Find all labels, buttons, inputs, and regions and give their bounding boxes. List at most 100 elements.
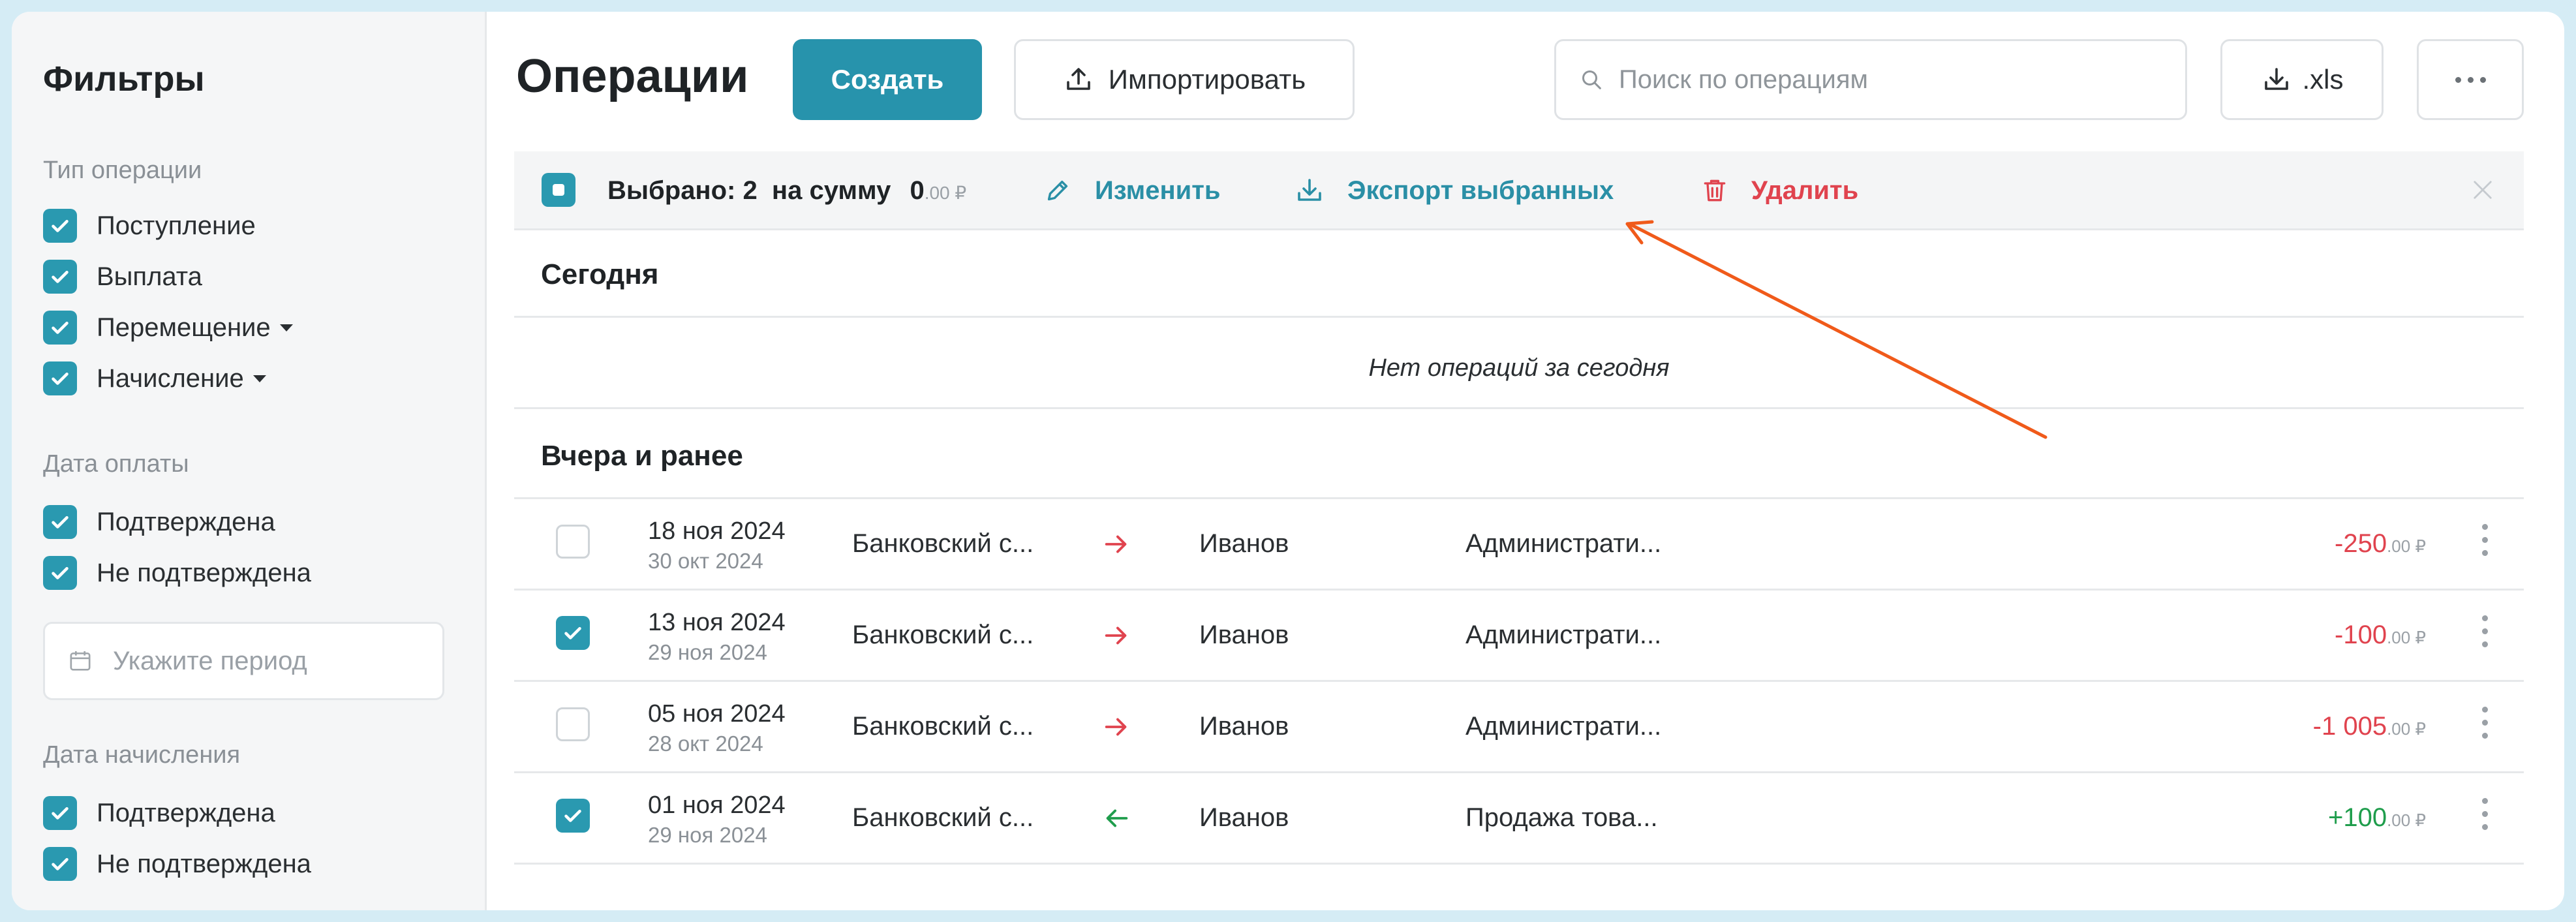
- check-icon: [52, 516, 69, 529]
- filter-label: Подтверждена: [97, 798, 275, 827]
- divider: [514, 316, 2524, 318]
- filter-accrual[interactable]: Начисление: [43, 359, 266, 398]
- payment-date: 18 ноя 2024: [648, 517, 786, 545]
- delete-label: Удалить: [1751, 176, 1859, 205]
- app-window: Фильтры Тип операции Поступление Выплата…: [12, 12, 2564, 910]
- filter-group-operation-type: Тип операции: [43, 157, 202, 184]
- search-input[interactable]: Поиск по операциям: [1554, 39, 2187, 120]
- filter-label: Выплата: [97, 262, 202, 291]
- counterparty: Иванов: [1199, 529, 1289, 558]
- import-label: Импортировать: [1108, 64, 1306, 95]
- filter-income[interactable]: Поступление: [43, 206, 256, 245]
- checkbox[interactable]: [43, 847, 77, 881]
- row-checkbox[interactable]: [556, 799, 590, 833]
- accrual-date: 30 окт 2024: [648, 549, 763, 573]
- more-horizontal-icon: [2455, 76, 2486, 83]
- more-vertical-icon[interactable]: [2482, 798, 2488, 830]
- row-checkbox[interactable]: [556, 616, 590, 650]
- caret-down-icon[interactable]: [279, 324, 293, 331]
- counterparty: Иванов: [1199, 712, 1289, 741]
- amount-int: 0: [910, 176, 925, 205]
- arrow-right-icon: [1105, 626, 1127, 645]
- row-checkbox[interactable]: [556, 525, 590, 559]
- amount-frac: .00 ₽: [2387, 719, 2426, 739]
- divider: [514, 407, 2524, 409]
- upload-icon: [1066, 68, 1090, 90]
- check-icon: [564, 810, 581, 822]
- more-vertical-icon[interactable]: [2482, 707, 2488, 739]
- amount-frac: .00 ₽: [2387, 810, 2426, 830]
- calendar-icon: [70, 651, 91, 671]
- checkbox[interactable]: [43, 796, 77, 830]
- search-icon: [1582, 70, 1601, 89]
- filters-sidebar: Фильтры Тип операции Поступление Выплата…: [12, 12, 487, 910]
- check-icon: [52, 567, 69, 579]
- checkbox[interactable]: [43, 361, 77, 395]
- table-row[interactable]: 05 ноя 2024 28 окт 2024 Банковский с... …: [514, 682, 2524, 773]
- import-button[interactable]: Импортировать: [1014, 39, 1355, 120]
- arrow-left-icon: [1106, 809, 1128, 827]
- more-vertical-icon[interactable]: [2482, 615, 2488, 647]
- checkbox[interactable]: [43, 505, 77, 539]
- row-checkbox[interactable]: [556, 707, 590, 741]
- more-button[interactable]: [2417, 39, 2524, 120]
- filter-label: Поступление: [97, 211, 256, 240]
- checkbox[interactable]: [43, 311, 77, 345]
- check-icon: [52, 807, 69, 820]
- close-icon[interactable]: [2469, 176, 2496, 204]
- arrow-right-icon: [1105, 718, 1127, 736]
- filter-transfer[interactable]: Перемещение: [43, 308, 293, 347]
- create-button[interactable]: Создать: [793, 39, 982, 120]
- account: Банковский с...: [852, 712, 1034, 741]
- amount-int: -1 005: [2312, 712, 2387, 741]
- edit-label: Изменить: [1095, 176, 1221, 205]
- filter-payout[interactable]: Выплата: [43, 257, 202, 296]
- filter-accrual-unconfirmed[interactable]: Не подтверждена: [43, 844, 311, 884]
- section-earlier-title: Вчера и ранее: [541, 440, 743, 472]
- table-row[interactable]: 01 ноя 2024 29 ноя 2024 Банковский с... …: [514, 773, 2524, 865]
- export-selected-button[interactable]: Экспорт выбранных: [1294, 172, 1614, 209]
- caret-down-icon[interactable]: [253, 375, 266, 382]
- check-icon: [52, 373, 69, 385]
- amount-frac: .00 ₽: [2387, 536, 2426, 556]
- operation-amount: -1 005.00 ₽: [2313, 712, 2426, 741]
- amount-int: -100: [2335, 621, 2387, 649]
- amount-frac: .00 ₽: [2387, 628, 2426, 647]
- export-xls-button[interactable]: .xls: [2220, 39, 2384, 120]
- export-label: Экспорт выбранных: [1347, 176, 1614, 205]
- check-icon: [52, 271, 69, 283]
- filter-payment-confirmed[interactable]: Подтверждена: [43, 502, 275, 542]
- filter-label: Перемещение: [97, 313, 271, 342]
- selection-summary: Выбрано: 2 на сумму 0.00 ₽: [607, 176, 966, 206]
- page-title: Операции: [516, 50, 749, 102]
- filter-accrual-confirmed[interactable]: Подтверждена: [43, 793, 275, 833]
- period-picker[interactable]: Укажите период: [43, 622, 444, 700]
- delete-selected-button[interactable]: Удалить: [1700, 172, 1858, 209]
- filter-group-accrual-date: Дата начисления: [43, 741, 241, 769]
- table-row[interactable]: 13 ноя 2024 29 ноя 2024 Банковский с... …: [514, 591, 2524, 682]
- select-all-checkbox[interactable]: [542, 173, 575, 207]
- account: Банковский с...: [852, 803, 1034, 832]
- period-placeholder: Укажите период: [113, 646, 307, 675]
- category: Администрати...: [1465, 529, 1662, 558]
- more-vertical-icon[interactable]: [2482, 524, 2488, 556]
- checkbox[interactable]: [43, 556, 77, 590]
- filter-group-payment-date: Дата оплаты: [43, 450, 189, 478]
- amount-int: +100: [2327, 803, 2387, 832]
- edit-selected-button[interactable]: Изменить: [1043, 172, 1220, 209]
- accrual-date: 29 ноя 2024: [648, 823, 767, 847]
- filter-label: Не подтверждена: [97, 849, 311, 878]
- download-icon: [2264, 68, 2288, 90]
- category: Продажа това...: [1465, 803, 1658, 832]
- empty-today-message: Нет операций за сегодня: [1368, 354, 1670, 382]
- amount-frac: .00 ₽: [924, 183, 967, 203]
- search-placeholder: Поиск по операциям: [1619, 65, 1869, 94]
- checkbox[interactable]: [43, 209, 77, 243]
- filter-payment-unconfirmed[interactable]: Не подтверждена: [43, 553, 311, 592]
- filters-title: Фильтры: [43, 59, 205, 99]
- payment-date: 13 ноя 2024: [648, 609, 786, 636]
- checkbox[interactable]: [43, 260, 77, 294]
- trash-icon: [1704, 179, 1726, 202]
- table-row[interactable]: 18 ноя 2024 30 окт 2024 Банковский с... …: [514, 499, 2524, 591]
- check-icon: [52, 322, 69, 334]
